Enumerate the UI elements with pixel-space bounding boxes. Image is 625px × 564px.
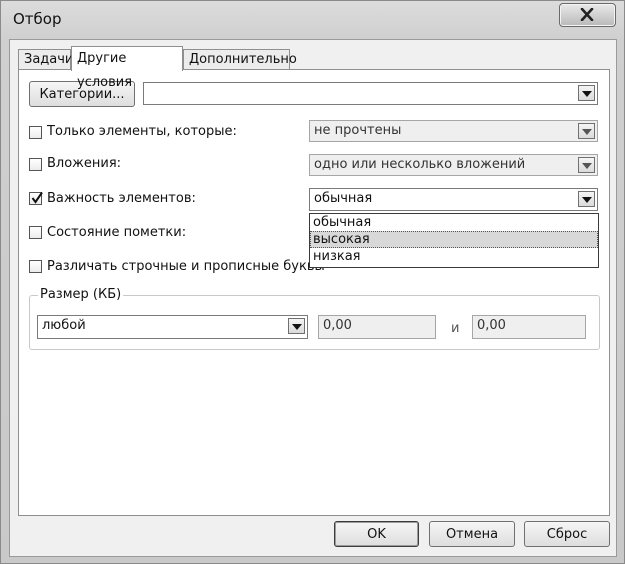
- importance-option-normal[interactable]: обычная: [310, 214, 598, 231]
- importance-value: обычная: [314, 191, 373, 206]
- size-and-label: и: [451, 321, 460, 336]
- chevron-down-icon[interactable]: [578, 85, 595, 101]
- close-button[interactable]: [559, 3, 616, 27]
- attachments-label: Вложения:: [47, 156, 122, 171]
- chevron-down-icon[interactable]: [578, 157, 595, 173]
- size-group: Размер (КБ) любой 0,00 и 0,00: [29, 287, 600, 350]
- cancel-button[interactable]: Отмена: [429, 521, 515, 547]
- close-icon: [580, 8, 594, 21]
- importance-label: Важность элементов:: [47, 191, 196, 206]
- flag-status-label: Состояние пометки:: [47, 225, 187, 240]
- reset-button[interactable]: Сброс: [524, 521, 610, 547]
- tab-panel: Категории... Только элементы, которые: н…: [18, 69, 610, 516]
- filter-dialog: Отбор Задачи Другие условия Дополнительн…: [0, 0, 625, 564]
- tab-advanced[interactable]: Дополнительно: [183, 49, 297, 69]
- window-title: Отбор: [13, 10, 62, 28]
- size-mode-value: любой: [42, 318, 86, 333]
- attachments-dropdown[interactable]: одно или несколько вложений: [309, 154, 598, 176]
- chevron-down-icon[interactable]: [578, 123, 595, 139]
- ok-button[interactable]: OK: [334, 521, 419, 547]
- size-to-input[interactable]: 0,00: [472, 315, 586, 339]
- read-state-dropdown[interactable]: не прочтены: [309, 120, 598, 142]
- chevron-down-icon[interactable]: [288, 318, 305, 334]
- flag-status-checkbox[interactable]: [29, 226, 42, 239]
- chevron-down-icon[interactable]: [578, 191, 595, 207]
- size-mode-dropdown[interactable]: любой: [37, 315, 308, 339]
- categories-dropdown[interactable]: [143, 82, 598, 105]
- dialog-body: Задачи Другие условия Дополнительно Кате…: [9, 39, 617, 557]
- attachments-checkbox[interactable]: [29, 158, 42, 171]
- importance-checkbox[interactable]: [29, 191, 43, 205]
- attachments-value: одно или несколько вложений: [314, 157, 526, 172]
- match-case-checkbox[interactable]: [29, 260, 42, 273]
- checkmark-icon: [31, 191, 43, 204]
- importance-option-low[interactable]: низкая: [310, 248, 598, 265]
- only-items-label: Только элементы, которые:: [47, 124, 237, 139]
- tab-tasks[interactable]: Задачи: [18, 49, 73, 69]
- read-state-value: не прочтены: [314, 123, 402, 138]
- only-items-checkbox[interactable]: [29, 126, 42, 139]
- importance-dropdown[interactable]: обычная: [309, 188, 598, 211]
- importance-options-list: обычная высокая низкая: [309, 213, 599, 268]
- match-case-label: Различать строчные и прописные буквы: [47, 259, 325, 274]
- size-group-label: Размер (КБ): [38, 287, 124, 302]
- importance-option-high[interactable]: высокая: [310, 231, 598, 248]
- title-bar: Отбор: [1, 1, 624, 39]
- tab-other-conditions[interactable]: Другие условия: [71, 46, 183, 90]
- size-from-input[interactable]: 0,00: [318, 315, 436, 339]
